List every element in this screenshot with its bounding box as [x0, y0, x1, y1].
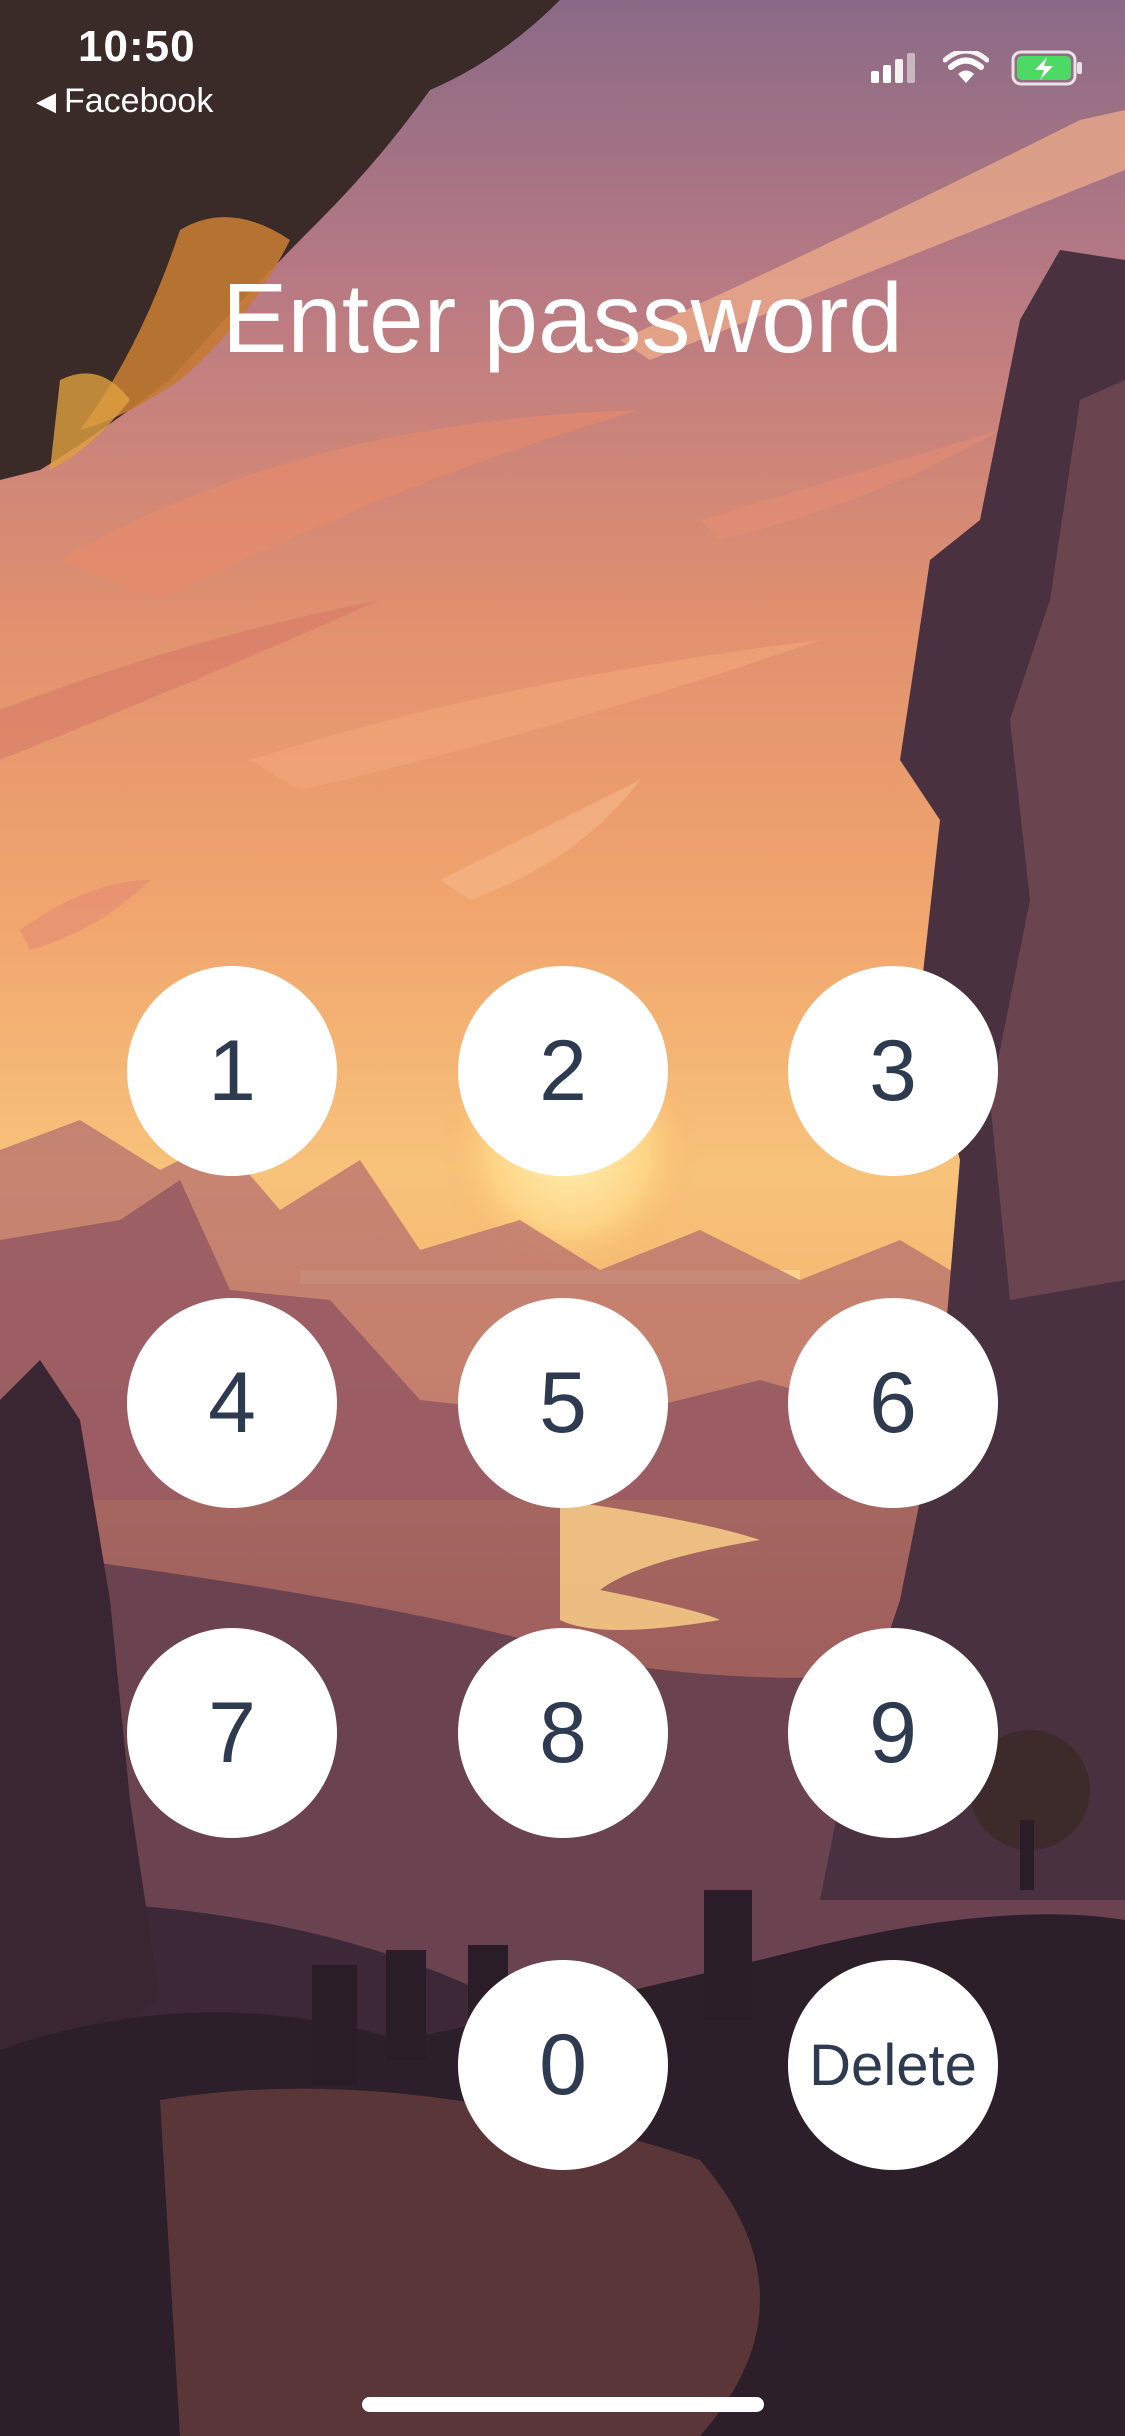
status-time: 10:50	[78, 22, 196, 71]
delete-button[interactable]: Delete	[788, 1960, 998, 2170]
battery-charging-icon	[1011, 50, 1082, 86]
key-0[interactable]: 0	[458, 1960, 668, 2170]
back-app-label: Facebook	[64, 82, 214, 120]
cellular-signal-icon	[871, 53, 915, 83]
key-9[interactable]: 9	[788, 1628, 998, 1838]
key-1[interactable]: 1	[127, 966, 337, 1176]
key-3[interactable]: 3	[788, 966, 998, 1176]
key-7[interactable]: 7	[127, 1628, 337, 1838]
back-to-app-button[interactable]: ◀ Facebook	[36, 82, 213, 121]
key-5[interactable]: 5	[458, 1298, 668, 1508]
page-title: Enter password	[222, 263, 903, 373]
back-arrow-icon: ◀	[36, 86, 56, 116]
key-4[interactable]: 4	[127, 1298, 337, 1508]
status-icons	[871, 50, 1085, 86]
home-indicator[interactable]	[362, 2397, 764, 2412]
key-6[interactable]: 6	[788, 1298, 998, 1508]
key-2[interactable]: 2	[458, 966, 668, 1176]
wifi-icon	[943, 51, 989, 83]
key-8[interactable]: 8	[458, 1628, 668, 1838]
lock-screen: 10:50 ◀ Facebook Enter password 1 2 3 4	[0, 0, 1125, 2436]
